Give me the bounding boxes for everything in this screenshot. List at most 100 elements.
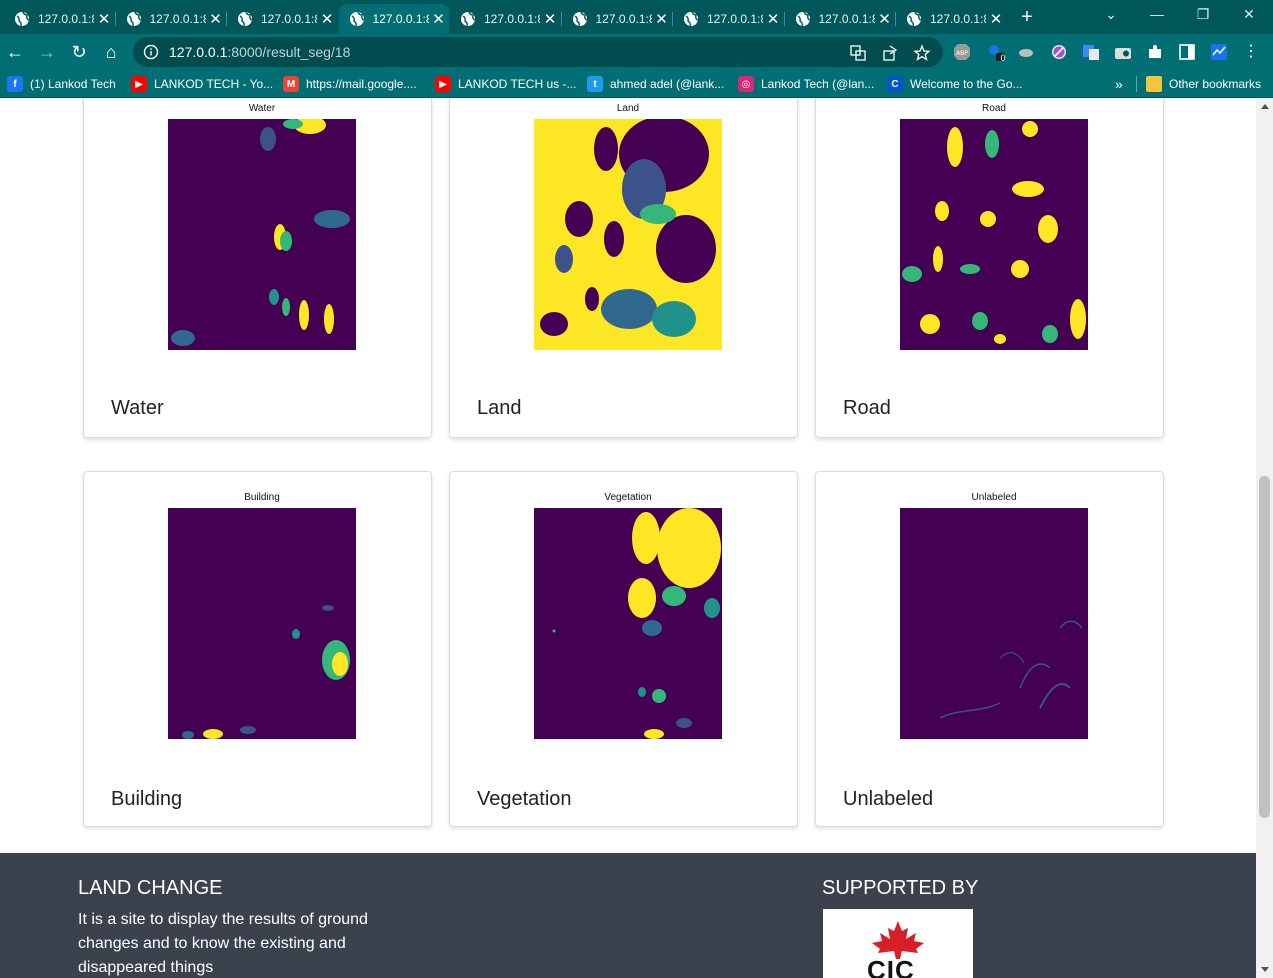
browser-tab[interactable]: 127.0.0.1:8000/result_seg/9✕: [896, 4, 1006, 34]
tab-title: 127.0.0.1:8000/result_seg/5: [484, 12, 540, 26]
bookmark-item[interactable]: Mhttps://mail.google....: [283, 76, 417, 92]
bookmarks-bar: f (1) Lankod Tech ▶ LANKOD TECH - Yo... Mhtt…: [0, 70, 1273, 98]
tab-close-icon[interactable]: ✕: [763, 10, 783, 28]
plot-title: Water: [248, 103, 276, 114]
globe-icon: [907, 11, 922, 27]
tab-search-icon[interactable]: ⌄: [1100, 6, 1122, 23]
plot-title: Building: [244, 492, 280, 503]
scroll-up-arrow-icon[interactable]: [1261, 104, 1269, 109]
profile-extension-icon[interactable]: [1210, 43, 1228, 61]
building-mask-heatmap: [168, 508, 356, 739]
youtube-icon: ▶: [435, 76, 451, 92]
menu-kebab-icon[interactable]: ⋮: [1240, 41, 1262, 63]
tab-close-icon[interactable]: ✕: [986, 10, 1006, 28]
tab-title: 127.0.0.1:8000/result_seg/1: [38, 12, 94, 26]
other-bookmarks[interactable]: Other bookmarks: [1146, 76, 1261, 92]
scroll-down-arrow-icon[interactable]: [1261, 967, 1269, 972]
new-tab-button[interactable]: +: [1016, 6, 1038, 28]
land-mask-heatmap: [534, 119, 722, 350]
site-info-icon[interactable]: [143, 44, 159, 60]
extensions-puzzle-icon[interactable]: [1146, 43, 1164, 61]
browser-tab[interactable]: 127.0.0.1:8000/result_seg/2✕: [116, 4, 226, 34]
tab-title: 127.0.0.1:8000/result_seg/6: [595, 12, 652, 26]
share-icon[interactable]: [881, 44, 899, 62]
globe-icon: [238, 11, 253, 27]
globe-icon: [795, 11, 810, 27]
road-mask-image: [900, 119, 1088, 350]
plot-title: Vegetation: [604, 492, 652, 503]
close-window-icon[interactable]: ✕: [1238, 6, 1260, 23]
other-bookmarks-label: Other bookmarks: [1169, 77, 1262, 91]
restore-icon[interactable]: ❐: [1192, 6, 1214, 23]
tab-close-icon[interactable]: ✕: [206, 10, 226, 28]
gmail-icon: M: [283, 76, 299, 92]
tab-title: 127.0.0.1:8000/result_seg/7: [707, 12, 763, 26]
bookmark-item[interactable]: C Welcome to the Go...: [887, 76, 1023, 92]
card-label: Water: [111, 397, 164, 419]
plot-title: Land: [616, 103, 640, 114]
address-bar[interactable]: 127.0.0.1:8000/result_seg/18: [133, 37, 943, 67]
globe-icon: [572, 11, 587, 27]
bookmark-item[interactable]: ▶ LANKOD TECH - Yo...: [131, 76, 273, 92]
tab-close-icon[interactable]: ✕: [540, 10, 560, 28]
bookmark-item[interactable]: t ahmed adel (@lank...: [587, 76, 724, 92]
footer-description: It is a site to display the results of g…: [78, 911, 368, 976]
bookmark-star-icon[interactable]: [913, 44, 931, 62]
google-translate-icon[interactable]: [1082, 43, 1100, 61]
extension-badge-count: 0: [1000, 53, 1006, 63]
browser-tab[interactable]: 127.0.0.1:8000/result_seg/1✕: [4, 4, 114, 34]
url-host: 127.0.0.1: [169, 44, 228, 60]
twitter-icon: t: [587, 76, 603, 92]
segmentation-card-unlabeled: Unlabeled Unlabeled: [815, 471, 1164, 827]
svg-text:ABP: ABP: [956, 50, 968, 57]
supported-by-title: SUPPORTED BY: [822, 877, 979, 899]
tab-close-icon[interactable]: ✕: [429, 10, 449, 28]
facebook-icon: f: [7, 76, 23, 92]
segmentation-card-water: Water Water: [83, 98, 432, 438]
bookmark-label: LANKOD TECH us -...: [458, 77, 577, 91]
folder-icon: [1146, 76, 1162, 92]
bookmark-label: (1) Lankod Tech: [30, 77, 116, 91]
land-mask-image: [534, 119, 722, 350]
tab-title: 127.0.0.1:8000/result_seg/18: [372, 12, 429, 26]
bookmark-item[interactable]: f (1) Lankod Tech: [7, 76, 116, 92]
browser-tab[interactable]: 127.0.0.1:8000/result_seg/18✕: [338, 4, 449, 34]
bookmark-item[interactable]: ▶ LANKOD TECH us -...: [435, 76, 576, 92]
bookmark-item[interactable]: ◎ Lankod Tech (@lan...: [738, 76, 874, 92]
browser-tab[interactable]: 127.0.0.1:8000/result_seg/8✕: [785, 4, 895, 34]
forward-button[interactable]: →: [36, 41, 58, 63]
scrollbar-thumb[interactable]: [1259, 476, 1270, 818]
card-label: Road: [843, 397, 891, 419]
unlabeled-mask-image: [900, 508, 1088, 739]
back-button[interactable]: ←: [4, 41, 26, 63]
bookmark-label: LANKOD TECH - Yo...: [154, 77, 274, 91]
globe-icon: [126, 11, 141, 27]
browser-tab[interactable]: 127.0.0.1:8000/result_seg/7✕: [673, 4, 783, 34]
more-bookmarks-chevron[interactable]: »: [1115, 76, 1123, 92]
home-button[interactable]: ⌂: [100, 41, 122, 63]
reload-button[interactable]: ↻: [68, 41, 90, 63]
side-panel-icon[interactable]: [1178, 43, 1196, 61]
block-extension-icon[interactable]: [1050, 43, 1068, 61]
segmentation-card-land: Land Land: [449, 98, 798, 438]
radio-extension-icon[interactable]: [1114, 43, 1132, 61]
tab-close-icon[interactable]: ✕: [652, 10, 672, 28]
adblock-icon[interactable]: ABP: [953, 43, 971, 61]
tab-close-icon[interactable]: ✕: [875, 10, 895, 28]
browser-tab[interactable]: 127.0.0.1:8000/result_seg/3✕: [227, 4, 337, 34]
cic-logo-text: CIC: [867, 955, 915, 978]
tab-close-icon[interactable]: ✕: [317, 10, 337, 28]
cloud-extension-icon[interactable]: [1017, 43, 1035, 61]
browser-tab[interactable]: 127.0.0.1:8000/result_seg/5✕: [450, 4, 560, 34]
bookmark-label: Lankod Tech (@lan...: [761, 77, 875, 91]
page-scrollbar[interactable]: [1256, 98, 1273, 978]
vegetation-mask-image: [534, 508, 722, 739]
globe-icon: [461, 11, 476, 27]
tab-title: 127.0.0.1:8000/result_seg/2: [149, 12, 206, 26]
tab-close-icon[interactable]: ✕: [94, 10, 114, 28]
browser-tab[interactable]: 127.0.0.1:8000/result_seg/6✕: [562, 4, 672, 34]
translate-icon[interactable]: [849, 44, 867, 62]
globe-icon: [684, 11, 699, 27]
tab-strip: 127.0.0.1:8000/result_seg/1✕127.0.0.1:80…: [0, 0, 1273, 34]
minimize-icon[interactable]: —: [1146, 6, 1168, 22]
